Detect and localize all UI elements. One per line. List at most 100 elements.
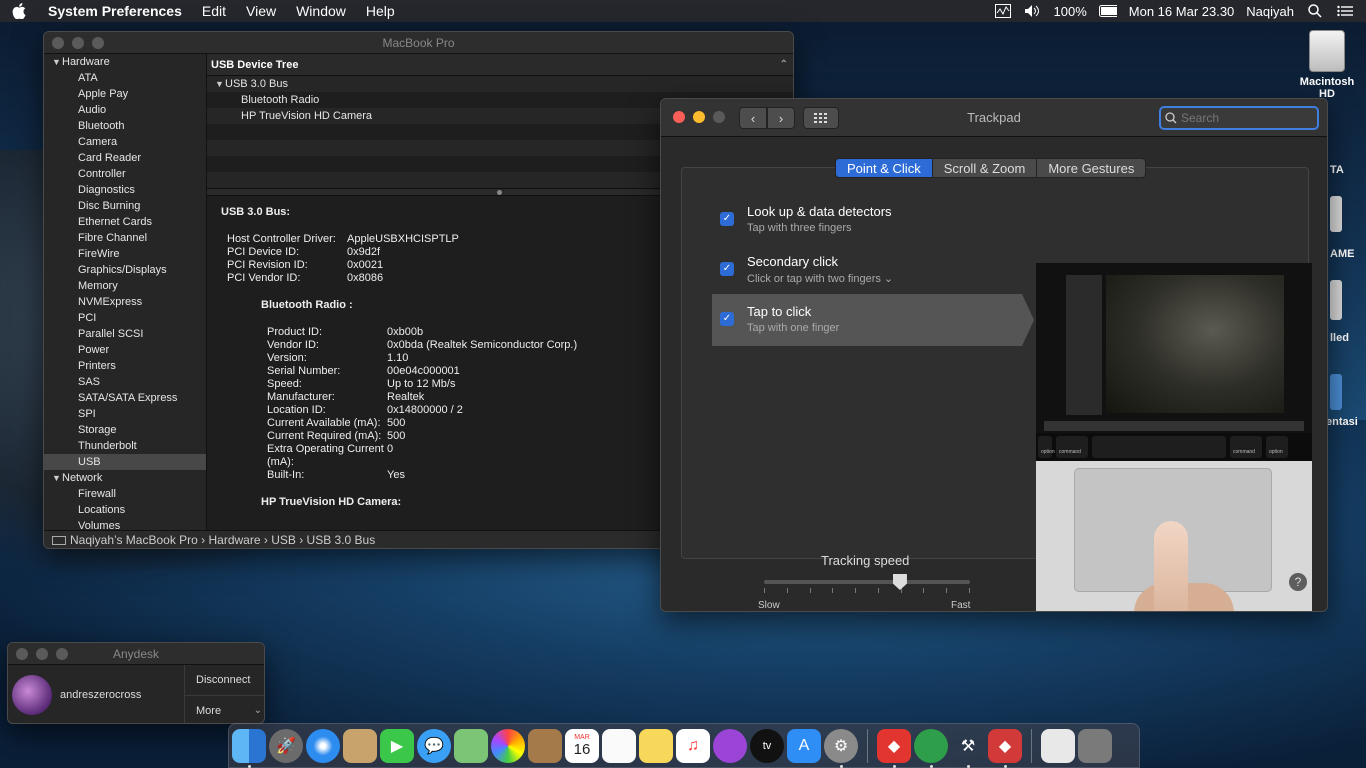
tab-scroll-zoom[interactable]: Scroll & Zoom <box>932 158 1038 178</box>
breadcrumb[interactable]: Naqiyah’s MacBook Pro › Hardware › USB ›… <box>70 533 375 547</box>
sidebar-item[interactable]: Controller <box>44 166 206 182</box>
device-tree-header[interactable]: USB Device Tree ⌃ <box>207 54 793 76</box>
sidebar-item[interactable]: Volumes <box>44 518 206 530</box>
sidebar-item[interactable]: Diagnostics <box>44 182 206 198</box>
show-all-button[interactable] <box>803 107 839 129</box>
zoom-button[interactable] <box>56 648 68 660</box>
green-app-icon[interactable] <box>914 728 948 768</box>
sidebar-item[interactable]: SAS <box>44 374 206 390</box>
sidebar-item[interactable]: FireWire <box>44 246 206 262</box>
sidebar-item[interactable]: Memory <box>44 278 206 294</box>
sidebar-item[interactable]: Printers <box>44 358 206 374</box>
checkbox-look-up[interactable]: ✓ <box>720 212 734 226</box>
app-store-icon[interactable]: A <box>787 728 821 763</box>
trash-icon[interactable] <box>1078 728 1112 763</box>
sidebar-item[interactable]: Locations <box>44 502 206 518</box>
document-icon[interactable] <box>1041 728 1075 763</box>
sidebar-item[interactable]: Card Reader <box>44 150 206 166</box>
spotlight-icon[interactable] <box>1306 4 1324 18</box>
close-button[interactable] <box>52 37 64 49</box>
zoom-button[interactable] <box>713 111 725 123</box>
option-tap-to-click[interactable]: ✓ Tap to click Tap with one finger <box>712 294 1034 346</box>
help-button[interactable]: ? <box>1289 573 1307 591</box>
anydesk-icon[interactable]: ◆ <box>877 728 911 768</box>
option-secondary-click[interactable]: ✓ Secondary click Click or tap with two … <box>712 244 1022 296</box>
reminders-icon[interactable] <box>602 728 636 763</box>
launchpad-icon[interactable]: 🚀 <box>269 728 303 763</box>
sidebar-item[interactable]: Parallel SCSI <box>44 326 206 342</box>
disconnect-button[interactable]: Disconnect <box>185 665 264 695</box>
tracking-speed-slider[interactable] <box>764 580 970 584</box>
sidebar-group[interactable]: ▼Hardware <box>44 54 206 70</box>
window-titlebar[interactable]: Anydesk <box>8 643 264 665</box>
search-input[interactable] <box>1181 111 1311 125</box>
photos-icon[interactable] <box>491 728 525 763</box>
sidebar-item[interactable]: Bluetooth <box>44 118 206 134</box>
menu-edit[interactable]: Edit <box>202 3 226 19</box>
apple-icon[interactable] <box>12 2 28 20</box>
sidebar-item[interactable]: USB <box>44 454 206 470</box>
close-button[interactable] <box>673 111 685 123</box>
menubar-clock[interactable]: Mon 16 Mar 23.30 <box>1129 4 1235 19</box>
sidebar-item[interactable]: Audio <box>44 102 206 118</box>
checkbox-secondary-click[interactable]: ✓ <box>720 262 734 276</box>
notes-icon[interactable] <box>639 728 673 763</box>
sidebar-item[interactable]: Storage <box>44 422 206 438</box>
menu-view[interactable]: View <box>246 3 276 19</box>
sidebar-item[interactable]: PCI <box>44 310 206 326</box>
close-button[interactable] <box>16 648 28 660</box>
app-menu[interactable]: System Preferences <box>48 3 182 19</box>
contacts-icon[interactable] <box>528 728 562 763</box>
checkbox-tap-to-click[interactable]: ✓ <box>720 312 734 326</box>
messages-icon[interactable]: 💬 <box>417 728 451 763</box>
music-icon[interactable]: ♫ <box>676 728 710 763</box>
sidebar-item[interactable]: Ethernet Cards <box>44 214 206 230</box>
minimize-button[interactable] <box>36 648 48 660</box>
document-icon[interactable] <box>1330 374 1342 410</box>
drive-icon[interactable] <box>1330 196 1342 232</box>
system-preferences-icon[interactable]: ⚙ <box>824 728 858 768</box>
sidebar-item[interactable]: NVMExpress <box>44 294 206 310</box>
minimize-button[interactable] <box>72 37 84 49</box>
desktop-icon-partial-3[interactable]: lled <box>1330 332 1349 344</box>
menu-window[interactable]: Window <box>296 3 346 19</box>
safari-icon[interactable] <box>306 728 340 763</box>
preview-stamp-icon[interactable] <box>343 728 377 763</box>
window-titlebar[interactable]: ‹ › Trackpad <box>661 99 1327 137</box>
desktop-icon-partial-1[interactable]: TA <box>1330 164 1344 176</box>
calendar-icon[interactable]: MAR 16 <box>565 728 599 763</box>
desktop-icon-partial-4[interactable]: entasi <box>1326 416 1358 428</box>
battery-icon[interactable] <box>1098 4 1117 18</box>
sidebar-item[interactable]: Disc Burning <box>44 198 206 214</box>
system-information-icon[interactable]: ⚒ <box>951 729 985 768</box>
facetime-icon[interactable]: ▶ <box>380 728 414 763</box>
disclosure-triangle-icon[interactable]: ▼ <box>52 470 62 486</box>
drive-icon[interactable] <box>1330 280 1342 320</box>
menubar-user[interactable]: Naqiyah <box>1246 4 1294 19</box>
zoom-button[interactable] <box>92 37 104 49</box>
forward-button[interactable]: › <box>767 107 795 129</box>
desktop-icon-macintosh-hd[interactable]: Macintosh HD <box>1294 30 1360 100</box>
anydesk-alt-icon[interactable]: ◆ <box>988 728 1022 768</box>
menu-help[interactable]: Help <box>366 3 395 19</box>
notification-center-icon[interactable] <box>1336 4 1354 18</box>
window-titlebar[interactable]: MacBook Pro <box>44 32 793 54</box>
maps-icon[interactable] <box>454 728 488 763</box>
sidebar-item[interactable]: Graphics/Displays <box>44 262 206 278</box>
disclosure-triangle-icon[interactable]: ▼ <box>215 76 225 92</box>
desktop-icon-partial-2[interactable]: AME <box>1330 248 1354 260</box>
sidebar-item[interactable]: Camera <box>44 134 206 150</box>
minimize-button[interactable] <box>693 111 705 123</box>
more-button[interactable]: More ⌄ <box>185 695 264 723</box>
sidebar-group[interactable]: ▼Network <box>44 470 206 486</box>
tab-more-gestures[interactable]: More Gestures <box>1037 158 1147 178</box>
tree-row-usb-bus[interactable]: ▼USB 3.0 Bus <box>207 76 793 92</box>
sidebar-item[interactable]: Apple Pay <box>44 86 206 102</box>
volume-icon[interactable] <box>1024 4 1042 18</box>
finder-icon[interactable] <box>232 728 266 768</box>
sidebar-item[interactable]: SATA/SATA Express <box>44 390 206 406</box>
tab-point-click[interactable]: Point & Click <box>835 158 933 178</box>
option-look-up[interactable]: ✓ Look up & data detectors Tap with thre… <box>712 194 1022 246</box>
apple-tv-icon[interactable]: tv <box>750 728 784 763</box>
secondary-click-dropdown[interactable]: Click or tap with two fingers ⌄ <box>747 272 893 285</box>
